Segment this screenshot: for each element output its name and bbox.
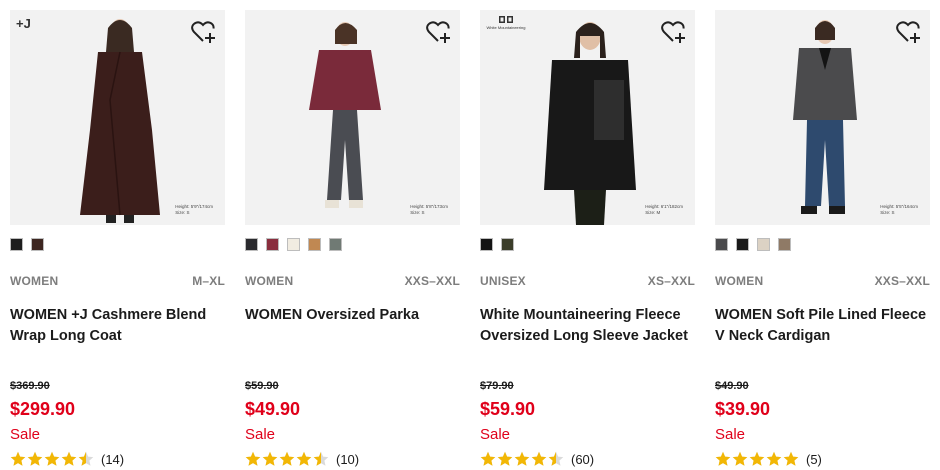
product-meta: WOMEN XXS–XXL bbox=[715, 274, 930, 288]
star-full-icon bbox=[514, 451, 530, 466]
review-count: (60) bbox=[571, 451, 595, 467]
gender-label: UNISEX bbox=[480, 274, 526, 288]
product-meta: WOMEN XXS–XXL bbox=[245, 274, 460, 288]
gender-label: WOMEN bbox=[245, 274, 294, 288]
color-swatches bbox=[10, 238, 44, 252]
heart-plus-icon[interactable] bbox=[426, 20, 452, 44]
color-swatches bbox=[245, 238, 342, 252]
sale-price: $49.90 bbox=[245, 399, 301, 419]
color-swatch[interactable] bbox=[778, 238, 791, 251]
color-swatch[interactable] bbox=[308, 238, 321, 251]
product-meta: WOMEN M–XL bbox=[10, 274, 225, 288]
heart-plus-icon[interactable] bbox=[896, 20, 922, 44]
plus-j-badge: +J bbox=[16, 16, 31, 31]
model-info: Height: 5'8"/173cm Size: S bbox=[410, 204, 448, 215]
product-meta: UNISEX XS–XXL bbox=[480, 274, 695, 288]
star-full-icon bbox=[715, 451, 731, 466]
review-count: (10) bbox=[336, 451, 360, 467]
color-swatch[interactable] bbox=[245, 238, 258, 251]
star-rating bbox=[480, 451, 564, 467]
star-full-icon bbox=[296, 451, 312, 466]
sale-price: $299.90 bbox=[10, 399, 76, 419]
color-swatches bbox=[715, 238, 791, 252]
color-swatch[interactable] bbox=[266, 238, 279, 251]
rating[interactable]: (14) bbox=[10, 450, 124, 468]
star-full-icon bbox=[480, 451, 496, 466]
star-full-icon bbox=[531, 451, 547, 466]
color-swatch[interactable] bbox=[329, 238, 342, 251]
rating[interactable]: (60) bbox=[480, 450, 594, 468]
star-half-icon bbox=[548, 451, 564, 466]
size-range: XXS–XXL bbox=[404, 274, 460, 288]
product-card[interactable]: White Mountaineering Height: 6'1"/182cm … bbox=[480, 10, 695, 470]
star-full-icon bbox=[10, 451, 26, 466]
white-mountaineering-logo-icon bbox=[499, 16, 513, 23]
color-swatch[interactable] bbox=[757, 238, 770, 251]
product-card[interactable]: Height: 5'8"/173cm Size: S WOMEN XXS–XXL… bbox=[245, 10, 460, 470]
heart-plus-icon[interactable] bbox=[661, 20, 687, 44]
sale-label: Sale bbox=[715, 426, 746, 443]
color-swatch[interactable] bbox=[736, 238, 749, 251]
model-info: Height: 5'5"/164cm Size: S bbox=[880, 204, 918, 215]
star-full-icon bbox=[732, 451, 748, 466]
star-full-icon bbox=[749, 451, 765, 466]
color-swatch[interactable] bbox=[287, 238, 300, 251]
color-swatch[interactable] bbox=[501, 238, 514, 251]
star-rating bbox=[10, 451, 94, 467]
brand-collab-badge: White Mountaineering bbox=[480, 16, 532, 30]
product-card[interactable]: +J Height: 5'9"/174cm Size: S WOMEN M–XL… bbox=[10, 10, 225, 470]
heart-plus-icon[interactable] bbox=[191, 20, 217, 44]
product-name[interactable]: WOMEN Oversized Parka bbox=[245, 305, 460, 326]
model-info: Height: 5'9"/174cm Size: S bbox=[175, 204, 213, 215]
gender-label: WOMEN bbox=[10, 274, 59, 288]
product-grid: +J Height: 5'9"/174cm Size: S WOMEN M–XL… bbox=[0, 0, 940, 470]
star-rating bbox=[715, 451, 799, 467]
color-swatches bbox=[480, 238, 514, 252]
sale-label: Sale bbox=[10, 426, 41, 443]
model-info: Height: 6'1"/182cm Size: M bbox=[645, 204, 683, 215]
star-half-icon bbox=[313, 451, 329, 466]
star-full-icon bbox=[497, 451, 513, 466]
product-card[interactable]: Height: 5'5"/164cm Size: S WOMEN XXS–XXL… bbox=[715, 10, 930, 470]
review-count: (5) bbox=[806, 451, 822, 467]
color-swatch[interactable] bbox=[10, 238, 23, 251]
sale-label: Sale bbox=[245, 426, 276, 443]
product-name[interactable]: WOMEN Soft Pile Lined Fleece V Neck Card… bbox=[715, 305, 930, 347]
color-swatch[interactable] bbox=[480, 238, 493, 251]
size-range: XS–XXL bbox=[647, 274, 695, 288]
star-rating bbox=[245, 451, 329, 467]
original-price: $49.90 bbox=[715, 380, 749, 392]
color-swatch[interactable] bbox=[715, 238, 728, 251]
star-full-icon bbox=[44, 451, 60, 466]
gender-label: WOMEN bbox=[715, 274, 764, 288]
sale-price: $39.90 bbox=[715, 399, 771, 419]
product-image[interactable]: +J Height: 5'9"/174cm Size: S bbox=[10, 10, 225, 225]
sale-price: $59.90 bbox=[480, 399, 536, 419]
star-full-icon bbox=[262, 451, 278, 466]
color-swatch[interactable] bbox=[31, 238, 44, 251]
review-count: (14) bbox=[101, 451, 125, 467]
original-price: $369.90 bbox=[10, 380, 50, 392]
sale-label: Sale bbox=[480, 426, 511, 443]
star-full-icon bbox=[61, 451, 77, 466]
rating[interactable]: (10) bbox=[245, 450, 359, 468]
product-name[interactable]: WOMEN +J Cashmere Blend Wrap Long Coat bbox=[10, 305, 225, 347]
product-image[interactable]: Height: 5'5"/164cm Size: S bbox=[715, 10, 930, 225]
original-price: $59.90 bbox=[245, 380, 279, 392]
original-price: $79.90 bbox=[480, 380, 514, 392]
rating[interactable]: (5) bbox=[715, 450, 822, 468]
product-image[interactable]: Height: 5'8"/173cm Size: S bbox=[245, 10, 460, 225]
star-full-icon bbox=[766, 451, 782, 466]
star-full-icon bbox=[245, 451, 261, 466]
product-name[interactable]: White Mountaineering Fleece Oversized Lo… bbox=[480, 305, 695, 347]
size-range: M–XL bbox=[192, 274, 225, 288]
star-full-icon bbox=[279, 451, 295, 466]
star-full-icon bbox=[783, 451, 799, 466]
size-range: XXS–XXL bbox=[874, 274, 930, 288]
star-half-icon bbox=[78, 451, 94, 466]
product-image[interactable]: White Mountaineering Height: 6'1"/182cm … bbox=[480, 10, 695, 225]
star-full-icon bbox=[27, 451, 43, 466]
